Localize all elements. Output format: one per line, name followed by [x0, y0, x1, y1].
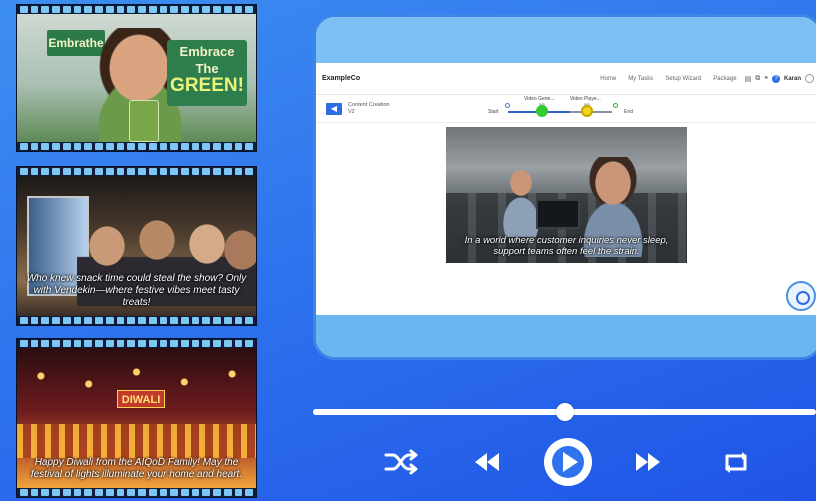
- app-screen: ExampleCo Home My Tasks Setup Wizard Pac…: [316, 63, 816, 319]
- film-holes-bottom: [17, 142, 256, 151]
- chat-icon[interactable]: ❝: [764, 75, 768, 83]
- step-1-dot[interactable]: [536, 105, 548, 117]
- play-icon: [552, 446, 584, 478]
- thumbnail-image: Embrathe Embrace The GREEN!: [17, 14, 256, 142]
- diwali-sign: DIWALI: [117, 390, 165, 408]
- film-holes-bottom: [17, 316, 256, 325]
- avatar[interactable]: [805, 74, 814, 83]
- start-pin-icon: [505, 103, 510, 108]
- crumb-sub: V2: [348, 108, 355, 115]
- video-caption: In a world where customer inquiries neve…: [464, 235, 669, 257]
- chatbot-badge-icon[interactable]: [786, 281, 816, 311]
- back-button[interactable]: ◀: [326, 102, 342, 115]
- device-frame: ExampleCo Home My Tasks Setup Wizard Pac…: [313, 14, 816, 360]
- previous-button[interactable]: [473, 451, 501, 473]
- user-name[interactable]: Karan: [784, 76, 801, 82]
- document-icon[interactable]: ▤: [745, 75, 752, 83]
- shuffle-button[interactable]: [384, 448, 418, 476]
- arrow-left-icon: ◀: [330, 103, 338, 113]
- app-brand[interactable]: ExampleCo: [322, 75, 360, 82]
- film-holes-bottom: [17, 488, 256, 497]
- next-button[interactable]: [634, 451, 662, 473]
- video-preview[interactable]: In a world where customer inquiries neve…: [446, 127, 687, 263]
- nav-home[interactable]: Home: [600, 76, 616, 82]
- monitor: [536, 199, 580, 229]
- help-icon[interactable]: ?: [771, 74, 780, 83]
- step-2-dot[interactable]: [581, 105, 593, 117]
- nav-package[interactable]: Package: [713, 76, 736, 82]
- next-icon: [636, 453, 660, 471]
- thumbnail-caption: Happy Diwali from the AIQoD Family! May …: [30, 457, 243, 480]
- thumbnail-2[interactable]: Who knew snack time could steal the show…: [16, 166, 257, 326]
- step-start-label: Start: [488, 109, 499, 115]
- progress-fill: [313, 409, 565, 415]
- green-smoothie-glass: [129, 100, 159, 142]
- repeat-button[interactable]: [722, 450, 750, 474]
- thumbnail-caption: Who knew snack time could steal the show…: [26, 273, 247, 308]
- background-agent: [501, 167, 541, 237]
- step-end-label: End: [624, 109, 633, 115]
- breadcrumb: Content Creation V2: [348, 102, 390, 116]
- thumbnail-1[interactable]: Embrathe Embrace The GREEN!: [16, 4, 257, 152]
- device-bottom-bezel: [316, 315, 816, 357]
- workflow-bar: ◀ Content Creation V2 Start Video Gene..…: [316, 95, 816, 123]
- app-navbar: ExampleCo Home My Tasks Setup Wizard Pac…: [316, 63, 816, 95]
- film-holes-top: [17, 167, 256, 176]
- crumb-title: Content Creation: [348, 101, 390, 108]
- sign-right-big: GREEN!: [170, 75, 244, 96]
- film-holes-top: [17, 339, 256, 348]
- sign-left: Embrathe: [47, 30, 105, 56]
- thumbnail-3[interactable]: DIWALI Happy Diwali from the AIQoD Famil…: [16, 338, 257, 498]
- progress-knob[interactable]: [555, 403, 574, 421]
- sign-right-top: Embrace: [179, 44, 235, 59]
- nav-icons: ▤ ⧉ ❝ ? Karan: [745, 74, 814, 83]
- sign-right: Embrace The GREEN!: [167, 40, 247, 106]
- nav-links: Home My Tasks Setup Wizard Package: [600, 76, 736, 82]
- device-top-bezel: [316, 17, 816, 63]
- thumbnail-image: Who knew snack time could steal the show…: [17, 176, 256, 316]
- shuffle-icon: [384, 449, 418, 475]
- copy-icon[interactable]: ⧉: [755, 75, 760, 83]
- previous-icon: [475, 453, 499, 471]
- film-holes-top: [17, 5, 256, 14]
- nav-my-tasks[interactable]: My Tasks: [628, 76, 653, 82]
- repeat-icon: [725, 452, 747, 473]
- thumbnail-image: DIWALI Happy Diwali from the AIQoD Famil…: [17, 348, 256, 488]
- play-button[interactable]: [544, 438, 592, 486]
- diya-lamps: [17, 424, 256, 458]
- nav-setup-wizard[interactable]: Setup Wizard: [665, 76, 701, 82]
- workflow-stepper: Start Video Gene... 5/5 Video Playe... 0…: [488, 95, 648, 123]
- end-pin-icon: [613, 103, 618, 108]
